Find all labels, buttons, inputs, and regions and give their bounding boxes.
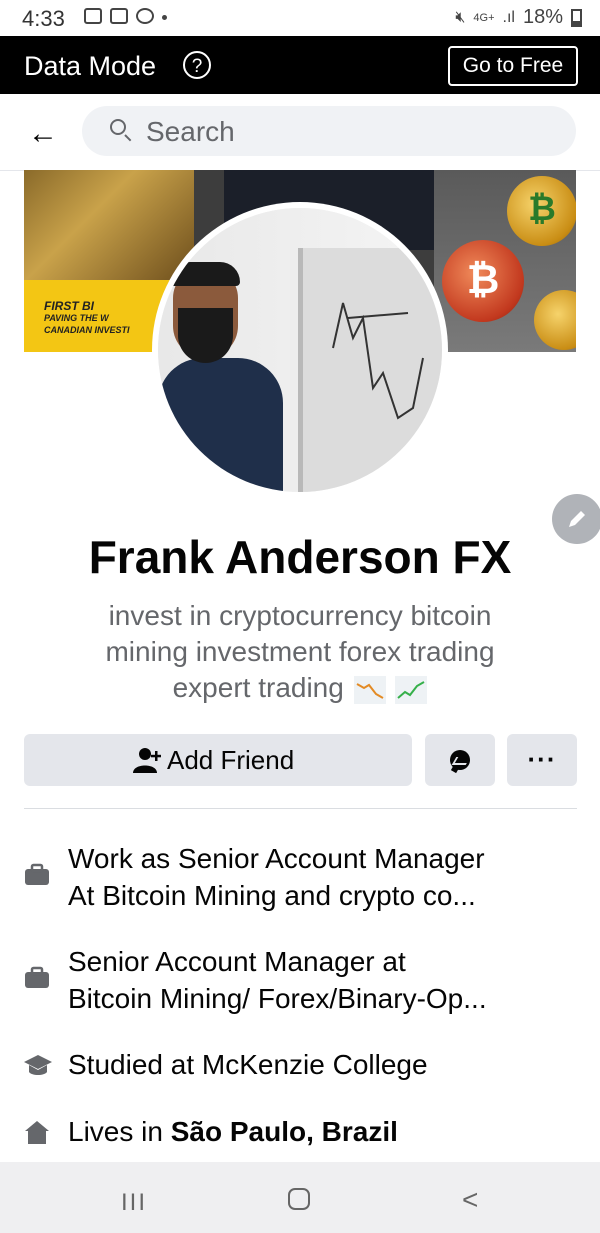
back-arrow-icon[interactable]: ← bbox=[28, 117, 58, 151]
app-notification-icon bbox=[136, 8, 154, 24]
add-friend-button[interactable]: Add Friend bbox=[24, 734, 412, 786]
bio-text: invest in cryptocurrency bitcoin mining … bbox=[105, 600, 495, 703]
recents-button[interactable]: III bbox=[121, 1189, 147, 1217]
more-options-button[interactable]: ··· bbox=[507, 734, 577, 786]
divider bbox=[24, 808, 577, 809]
chart-decreasing-icon bbox=[353, 675, 386, 704]
work-detail-1-line1: Work as Senior Account Manager bbox=[68, 843, 485, 874]
search-placeholder: Search bbox=[146, 116, 235, 147]
messenger-button[interactable] bbox=[425, 734, 495, 786]
battery-percent: 18% bbox=[522, 6, 563, 28]
person-hair bbox=[170, 262, 240, 286]
add-friend-icon bbox=[133, 748, 161, 773]
profile-picture[interactable] bbox=[152, 202, 448, 498]
graduation-cap-icon bbox=[24, 1055, 52, 1075]
banner-text: FIRST BI PAVING THE W CANADIAN INVESTI bbox=[44, 300, 130, 336]
search-input[interactable]: Search bbox=[82, 106, 576, 156]
system-nav-bar: III < bbox=[0, 1162, 600, 1233]
add-friend-label: Add Friend bbox=[167, 745, 295, 775]
briefcase-icon bbox=[25, 863, 49, 885]
bitcoin-coin-icon: ₿ bbox=[442, 240, 524, 322]
work-detail-1[interactable]: Work as Senior Account Manager At Bitcoi… bbox=[0, 840, 600, 920]
profile-name: Frank Anderson FX bbox=[88, 531, 512, 583]
work-detail-2-line2: Bitcoin Mining/ Forex/Binary-Op... bbox=[68, 983, 487, 1014]
profile-bio: invest in cryptocurrency bitcoin mining … bbox=[70, 598, 530, 706]
education-text: Studied at McKenzie College bbox=[68, 1049, 428, 1080]
youtube-icon bbox=[84, 8, 102, 24]
home-icon bbox=[25, 1121, 49, 1144]
search-icon bbox=[110, 119, 126, 135]
person-beard bbox=[178, 308, 233, 363]
work-detail-2[interactable]: Senior Account Manager at Bitcoin Mining… bbox=[0, 943, 600, 1023]
location-detail[interactable]: Lives in São Paulo, Brazil bbox=[0, 1113, 600, 1153]
data-mode-bar: Data Mode ? Go to Free bbox=[0, 36, 600, 94]
work-detail-1-text: Work as Senior Account Manager At Bitcoi… bbox=[68, 840, 485, 914]
battery-icon bbox=[571, 8, 582, 27]
work-detail-2-text: Senior Account Manager at Bitcoin Mining… bbox=[68, 943, 487, 1017]
banner-line-2: PAVING THE W bbox=[44, 313, 109, 323]
status-right: 🔇︎ 4G+ .ıl 18% bbox=[455, 6, 582, 29]
work-detail-1-line2: At Bitcoin Mining and crypto co... bbox=[68, 880, 476, 911]
gallery-icon bbox=[110, 8, 128, 24]
bitcoin-coin-icon: ₿ bbox=[507, 176, 576, 246]
work-detail-2-line1: Senior Account Manager at bbox=[68, 946, 406, 977]
status-bar: 4:33 🔇︎ 4G+ .ıl 18% bbox=[0, 0, 600, 36]
location-prefix: Lives in bbox=[68, 1116, 171, 1147]
signal-icon: .ıl bbox=[502, 8, 515, 26]
help-icon[interactable]: ? bbox=[183, 51, 211, 79]
back-button[interactable]: < bbox=[462, 1184, 478, 1216]
banner-line-3: CANADIAN INVESTI bbox=[44, 325, 130, 335]
more-notifications-icon bbox=[162, 15, 167, 20]
profile-photo bbox=[158, 208, 442, 492]
education-detail[interactable]: Studied at McKenzie College bbox=[0, 1046, 600, 1086]
status-time: 4:33 bbox=[22, 6, 65, 31]
network-indicator: 4G+ bbox=[473, 11, 495, 24]
home-button[interactable] bbox=[288, 1188, 310, 1210]
search-header: ← Search bbox=[0, 94, 600, 171]
location-text: Lives in São Paulo, Brazil bbox=[68, 1113, 398, 1150]
banner-line-1: FIRST BI bbox=[44, 299, 94, 313]
chart-increasing-icon bbox=[395, 675, 428, 704]
data-mode-title: Data Mode bbox=[24, 51, 157, 81]
person-shirt bbox=[158, 358, 283, 492]
location-place[interactable]: São Paulo, Brazil bbox=[171, 1116, 398, 1147]
go-to-free-button[interactable]: Go to Free bbox=[448, 46, 578, 86]
mute-icon: 🔇︎ bbox=[455, 8, 466, 26]
briefcase-icon bbox=[25, 966, 49, 988]
notification-icons bbox=[84, 8, 167, 24]
more-icon: ··· bbox=[527, 744, 557, 774]
